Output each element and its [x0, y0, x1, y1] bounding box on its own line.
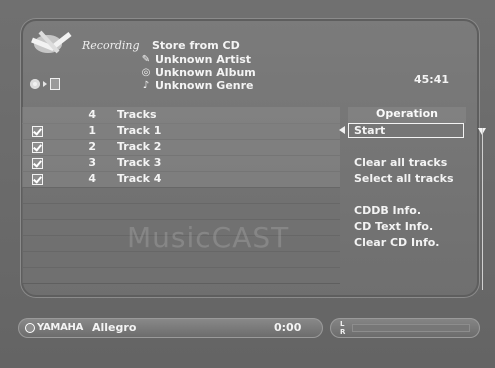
- checkbox-icon[interactable]: [32, 174, 43, 185]
- track-row[interactable]: 1 Track 1: [22, 123, 340, 140]
- track-row[interactable]: 4 Track 4: [22, 171, 340, 188]
- source-indicator: [30, 78, 60, 90]
- track-title: Track 1: [117, 124, 162, 137]
- pencil-icon: ✎: [141, 54, 151, 65]
- artist-name: Unknown Artist: [155, 53, 252, 66]
- track-list: 4 Tracks 1 Track 1 2 Track 2 3 Track 3 4…: [22, 107, 340, 297]
- meter-left-label: L: [340, 320, 345, 328]
- store-title: Store from CD: [152, 39, 240, 52]
- genre-name: Unknown Genre: [155, 79, 254, 92]
- guitar-icon: ♪: [142, 80, 150, 91]
- track-title: Track 4: [117, 172, 162, 185]
- select-all-tracks-button[interactable]: Select all tracks: [354, 172, 454, 185]
- empty-row: [22, 187, 340, 204]
- genre-line: ♪ Unknown Genre: [141, 79, 254, 92]
- track-number: 4: [88, 172, 96, 185]
- clear-cd-info-button[interactable]: Clear CD Info.: [354, 236, 439, 249]
- recording-logo-icon: [31, 30, 72, 54]
- operation-menu: Operation Start Clear all tracks Select …: [348, 107, 466, 297]
- scrollbar[interactable]: [482, 128, 483, 290]
- meter-right-label: R: [340, 328, 346, 336]
- clear-all-tracks-button[interactable]: Clear all tracks: [354, 156, 447, 169]
- track-number: 3: [88, 156, 96, 169]
- checkbox-icon[interactable]: [32, 126, 43, 137]
- station-name: Allegro: [92, 321, 137, 334]
- track-number: 2: [88, 140, 96, 153]
- meter-channel-labels: L R: [340, 320, 345, 336]
- yamaha-emblem-icon: [25, 322, 35, 333]
- track-list-header: 4 Tracks: [22, 107, 340, 124]
- track-row[interactable]: 3 Track 3: [22, 155, 340, 172]
- track-title: Track 2: [117, 140, 162, 153]
- box-icon: [50, 78, 60, 90]
- empty-row: [22, 267, 340, 284]
- track-count: 4: [88, 108, 96, 121]
- disc-icon: [30, 79, 40, 89]
- checkbox-icon[interactable]: [32, 158, 43, 169]
- tracks-label: Tracks: [117, 108, 157, 121]
- watermark: MusicCAST: [127, 221, 290, 254]
- meter-track: [352, 324, 470, 332]
- elapsed-time: 0:00: [274, 321, 302, 334]
- operation-header: Operation: [348, 107, 466, 123]
- track-row[interactable]: 2 Track 2: [22, 139, 340, 156]
- brand-text: YAMAHA: [37, 322, 84, 333]
- left-pointer-icon: [339, 126, 345, 134]
- cd-text-info-button[interactable]: CD Text Info.: [354, 220, 433, 233]
- status-bar: YAMAHA Allegro 0:00: [18, 318, 323, 338]
- track-title: Track 3: [117, 156, 162, 169]
- album-name: Unknown Album: [155, 66, 256, 79]
- mode-label: Recording: [82, 39, 140, 52]
- brand-logo: YAMAHA: [25, 322, 83, 333]
- artist-line: ✎ Unknown Artist: [141, 53, 251, 66]
- album-line: ◎ Unknown Album: [141, 66, 256, 79]
- start-button[interactable]: Start: [348, 123, 464, 138]
- checkbox-icon[interactable]: [32, 142, 43, 153]
- empty-row: [22, 203, 340, 220]
- level-meter: L R: [330, 318, 480, 338]
- disc-icon: ◎: [141, 67, 151, 78]
- track-number: 1: [88, 124, 96, 137]
- time-display: 45:41: [413, 73, 449, 86]
- arrow-icon: [43, 81, 47, 87]
- cddb-info-button[interactable]: CDDB Info.: [354, 204, 421, 217]
